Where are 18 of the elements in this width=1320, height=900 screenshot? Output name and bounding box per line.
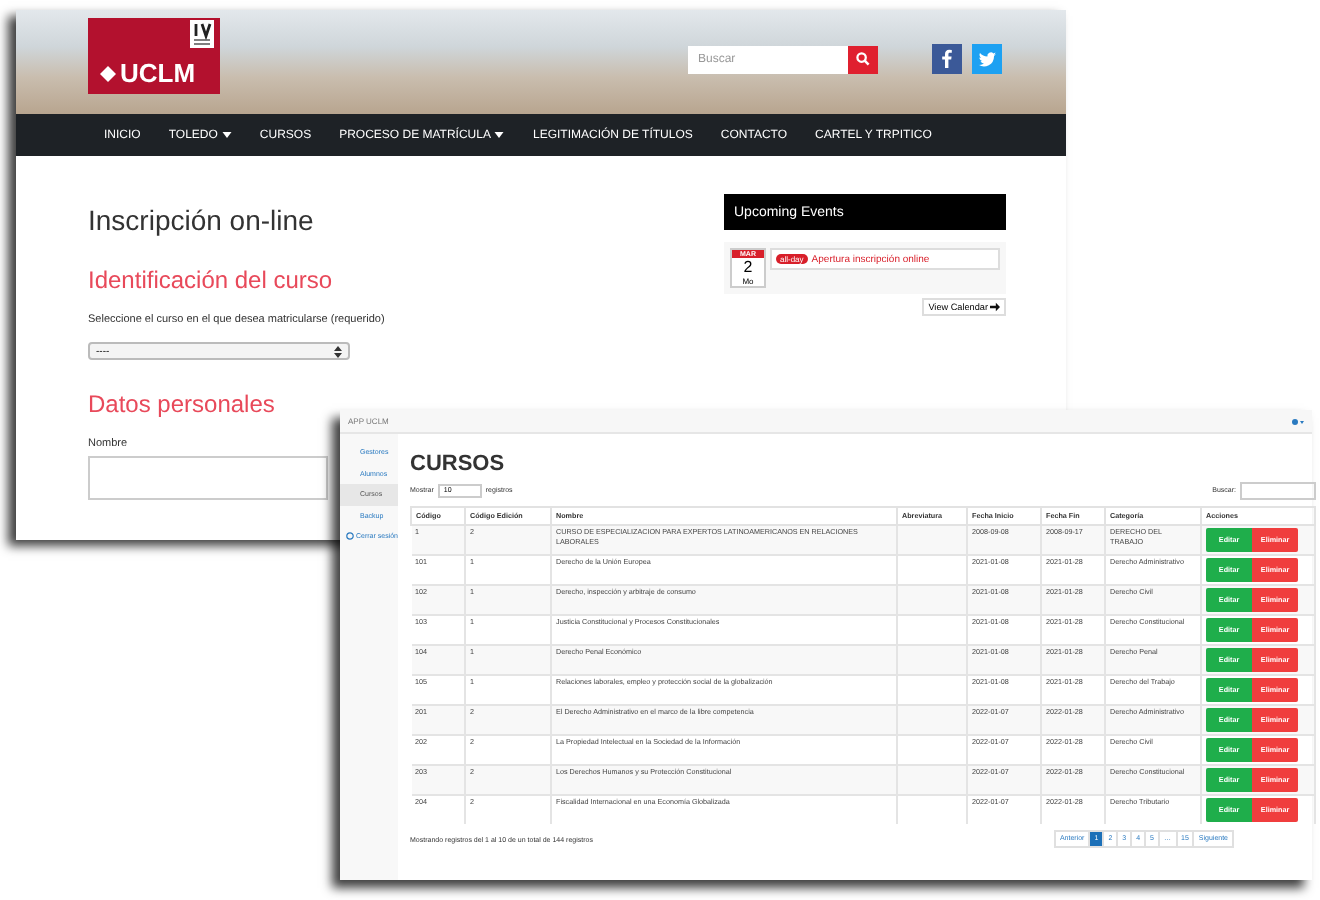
- search-icon: [856, 52, 870, 66]
- diamond-icon: [100, 65, 116, 81]
- name-input-field[interactable]: [88, 456, 328, 500]
- facebook-icon[interactable]: [932, 44, 962, 74]
- updown-arrows-icon: [334, 345, 342, 357]
- search-button[interactable]: [848, 45, 878, 73]
- twitter-icon[interactable]: [972, 44, 1002, 74]
- section-heading: Identificación del curso: [88, 266, 333, 294]
- circle-icon: [346, 532, 354, 541]
- emblem-icon: [190, 20, 214, 48]
- table-search-field[interactable]: [1240, 481, 1317, 499]
- section-heading: Datos personales: [88, 390, 275, 418]
- arrow-right-icon: [990, 302, 1000, 312]
- logo-text: UCLM: [120, 60, 196, 86]
- page-heading: CURSOS: [410, 452, 507, 478]
- event-day: 2: [743, 258, 753, 276]
- user-icon[interactable]: [1292, 417, 1304, 425]
- page-title: Inscripción on-line: [88, 204, 314, 236]
